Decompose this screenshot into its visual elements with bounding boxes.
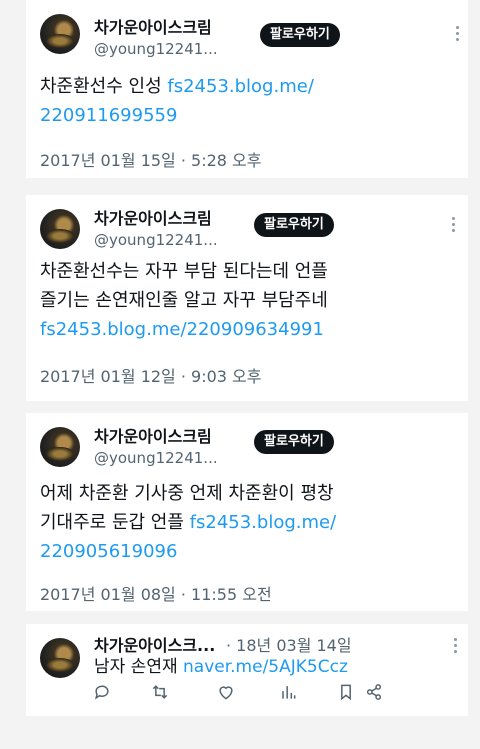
bookmark-icon[interactable] [336, 682, 356, 702]
tweet-date[interactable]: · 18년 03월 14일 [226, 632, 352, 656]
tweet-link[interactable]: naver.me/5AJK5Ccz [183, 657, 348, 677]
tweet-text: 어제 차준환 기사중 언제 차준환이 평창 기대주로 둔갑 언플 fs2453.… [40, 479, 336, 566]
avatar[interactable] [40, 638, 80, 678]
tweet-action-bar [26, 682, 468, 706]
avatar[interactable] [40, 14, 80, 54]
like-icon[interactable] [216, 682, 236, 702]
tweet-text: 차준환선수는 자꾸 부담 된다는데 언플 즐기는 손연재인줄 알고 자꾸 부담주… [40, 257, 328, 344]
tweet-text-line: 어제 차준환 기사중 언제 차준환이 평창 [40, 483, 334, 504]
retweet-icon[interactable] [150, 682, 170, 702]
more-options-icon[interactable] [452, 217, 456, 235]
tweet-card-1[interactable]: 차가운아이스크림 @young12241... 팔로우하기 차준환선수 인성 f… [26, 0, 468, 178]
tweet-link[interactable]: fs2453.blog.me/220909634991 [40, 319, 324, 340]
tweet-text-plain: 차준환선수 인성 [40, 76, 168, 97]
avatar[interactable] [40, 427, 80, 467]
tweet-card-2[interactable]: 차가운아이스크림 @young12241... 팔로우하기 차준환선수는 자꾸 … [26, 195, 468, 401]
user-handle[interactable]: @young12241... [94, 231, 218, 249]
more-options-icon[interactable] [456, 26, 460, 44]
share-icon[interactable] [364, 682, 384, 702]
views-icon[interactable] [278, 682, 298, 702]
user-handle[interactable]: @young12241... [94, 40, 218, 58]
timestamp[interactable]: 2017년 01월 15일 · 5:28 오후 [40, 147, 261, 171]
timestamp[interactable]: 2017년 01월 08일 · 11:55 오전 [40, 581, 272, 605]
tweet-text-line: 즐기는 손연재인줄 알고 자꾸 부담주네 [40, 290, 328, 311]
follow-button[interactable]: 팔로우하기 [254, 430, 334, 454]
tweet-link-continued[interactable]: 220911699559 [40, 105, 177, 126]
display-name[interactable]: 차가운아이스크림 [94, 205, 212, 229]
tweet-text: 차준환선수 인성 fs2453.blog.me/ 220911699559 [40, 72, 314, 130]
reply-icon[interactable] [92, 682, 112, 702]
follow-button[interactable]: 팔로우하기 [260, 23, 340, 47]
tweet-link[interactable]: fs2453.blog.me/ [167, 76, 314, 97]
tweet-text: 남자 손연재 naver.me/5AJK5Ccz [94, 654, 348, 680]
follow-button[interactable]: 팔로우하기 [254, 213, 334, 237]
display-name[interactable]: 차가운아이스크림 [94, 14, 212, 38]
tweet-card-4[interactable]: 차가운아이스크... · 18년 03월 14일 남자 손연재 naver.me… [26, 624, 468, 716]
tweet-text-plain: 남자 손연재 [94, 657, 184, 677]
tweet-link-continued[interactable]: 220905619096 [40, 541, 177, 562]
tweet-card-3[interactable]: 차가운아이스크림 @young12241... 팔로우하기 어제 차준환 기사중… [26, 413, 468, 611]
display-name[interactable]: 차가운아이스크... [94, 632, 215, 656]
user-handle[interactable]: @young12241... [94, 449, 218, 467]
tweet-link[interactable]: fs2453.blog.me/ [190, 512, 337, 533]
display-name[interactable]: 차가운아이스크림 [94, 423, 212, 447]
tweet-text-line: 차준환선수는 자꾸 부담 된다는데 언플 [40, 261, 328, 282]
more-options-icon[interactable] [454, 638, 458, 656]
tweet-text-plain: 기대주로 둔갑 언플 [40, 512, 190, 533]
timestamp[interactable]: 2017년 01월 12일 · 9:03 오후 [40, 363, 261, 387]
avatar[interactable] [40, 209, 80, 249]
